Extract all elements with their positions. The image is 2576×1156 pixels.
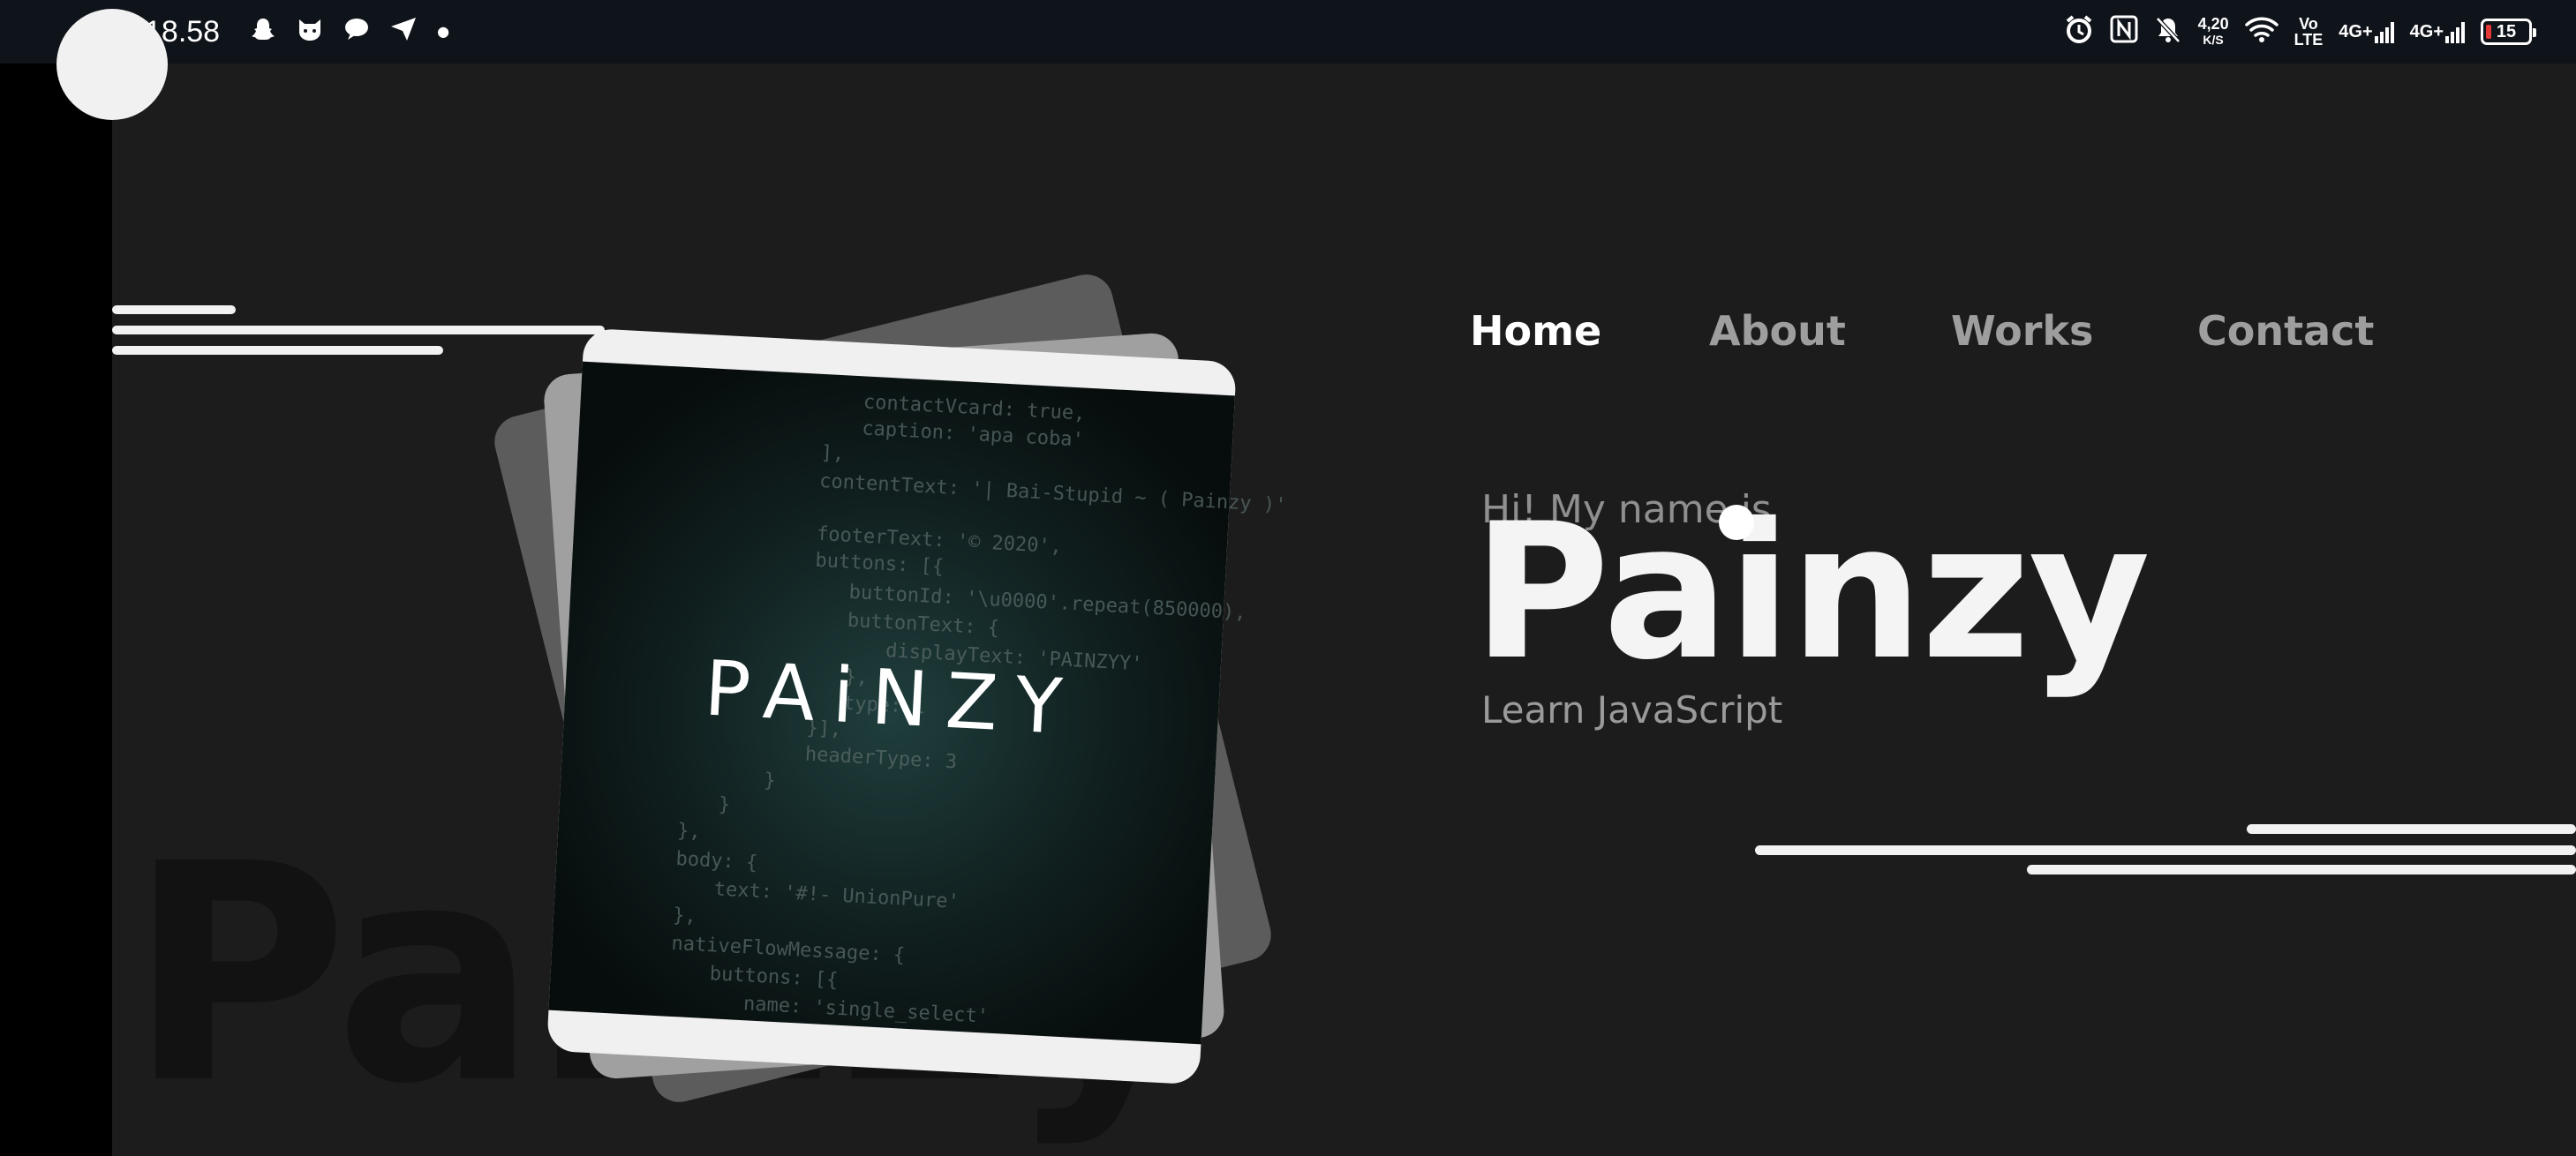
code-line: body: { xyxy=(675,848,758,875)
volte-bottom: LTE xyxy=(2294,31,2324,49)
volte-top: Vo xyxy=(2299,15,2318,33)
nav-works[interactable]: Works xyxy=(1951,307,2093,355)
deco-line xyxy=(2027,865,2576,875)
volte-indicator: Vo LTE xyxy=(2294,16,2324,48)
front-card: contactVcard: true, caption: 'apa coba' … xyxy=(547,329,1287,1084)
code-line: } xyxy=(718,793,731,816)
mute-icon xyxy=(2154,15,2182,49)
deco-line xyxy=(1755,845,2576,855)
battery-icon: 15 xyxy=(2481,19,2536,45)
sim1-signal: 4G+ xyxy=(2339,20,2394,43)
code-line: ], xyxy=(820,442,845,465)
sim2-signal: 4G+ xyxy=(2410,20,2465,43)
hero-name: Painzy xyxy=(1473,483,2150,701)
net-speed: 4,20 K/S xyxy=(2198,16,2229,48)
sim2-label: 4G+ xyxy=(2409,21,2444,41)
battery-level: 15 xyxy=(2496,21,2517,41)
nav-contact[interactable]: Contact xyxy=(2197,307,2374,355)
code-line: }, xyxy=(673,905,697,927)
net-speed-value: 4,20 xyxy=(2197,15,2229,33)
nav-home[interactable]: Home xyxy=(1470,307,1601,355)
signal-icon xyxy=(2445,20,2465,43)
alarm-icon xyxy=(2064,14,2094,49)
status-bar-right: 4,20 K/S Vo LTE 4G+ 4G+ 15 xyxy=(2064,14,2536,49)
net-speed-unit: K/S xyxy=(2203,33,2224,47)
code-line: }, xyxy=(677,820,702,843)
deco-line xyxy=(2247,824,2576,834)
nav-about[interactable]: About xyxy=(1709,307,1846,355)
photo-card-stack: contactVcard: true, caption: 'apa coba' … xyxy=(494,274,1287,1102)
wifi-icon xyxy=(2244,15,2278,49)
nfc-icon xyxy=(2110,15,2138,49)
code-line: } xyxy=(764,769,777,792)
sim1-label: 4G+ xyxy=(2339,21,2373,41)
signal-icon xyxy=(2374,20,2394,43)
hero-dot-decoration xyxy=(1719,505,1754,540)
hero-subtitle: Learn JavaScript xyxy=(1481,688,1783,732)
